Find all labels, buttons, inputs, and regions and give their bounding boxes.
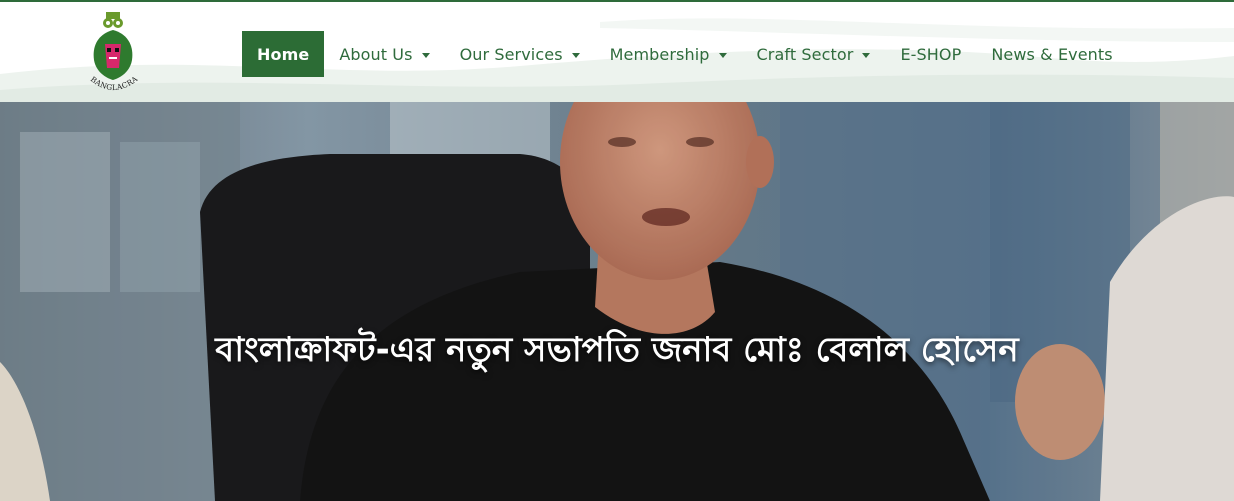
nav-e-shop[interactable]: E-SHOP (885, 31, 976, 77)
nav-home-label: Home (257, 44, 310, 64)
nav-home[interactable]: Home (242, 31, 325, 77)
nav-craft-sector-label: Craft Sector (756, 44, 854, 64)
hero-headline: বাংলাক্রাফট-এর নতুন সভাপতি জনাব মোঃ বেলা… (215, 330, 1019, 370)
nav-e-shop-label: E-SHOP (900, 44, 962, 64)
hero-banner: বাংলাক্রাফট-এর নতুন সভাপতি জনাব মোঃ বেলা… (0, 102, 1234, 501)
chevron-down-icon (421, 52, 430, 58)
chevron-down-icon (571, 52, 580, 58)
nav-our-services[interactable]: Our Services (445, 31, 595, 77)
nav-about-us[interactable]: About Us (324, 31, 444, 77)
nav-about-us-label: About Us (339, 44, 413, 64)
nav-membership[interactable]: Membership (595, 31, 742, 77)
nav-our-services-label: Our Services (459, 44, 563, 64)
banglacraft-logo[interactable]: BANGLACRAFT (79, 3, 144, 96)
chevron-down-icon (718, 52, 727, 58)
nav-craft-sector[interactable]: Craft Sector (742, 31, 886, 77)
hero-photo-image (0, 102, 1234, 501)
nav-membership-label: Membership (609, 44, 710, 64)
site-header: BANGLACRAFT Home About Us Our Services M… (0, 0, 1234, 102)
nav-news-events[interactable]: News & Events (976, 31, 1127, 77)
main-navigation: Home About Us Our Services Membership Cr… (242, 31, 1128, 77)
nav-news-events-label: News & Events (991, 44, 1113, 64)
chevron-down-icon (862, 52, 871, 58)
logo-emblem-icon: BANGLACRAFT (79, 3, 139, 92)
